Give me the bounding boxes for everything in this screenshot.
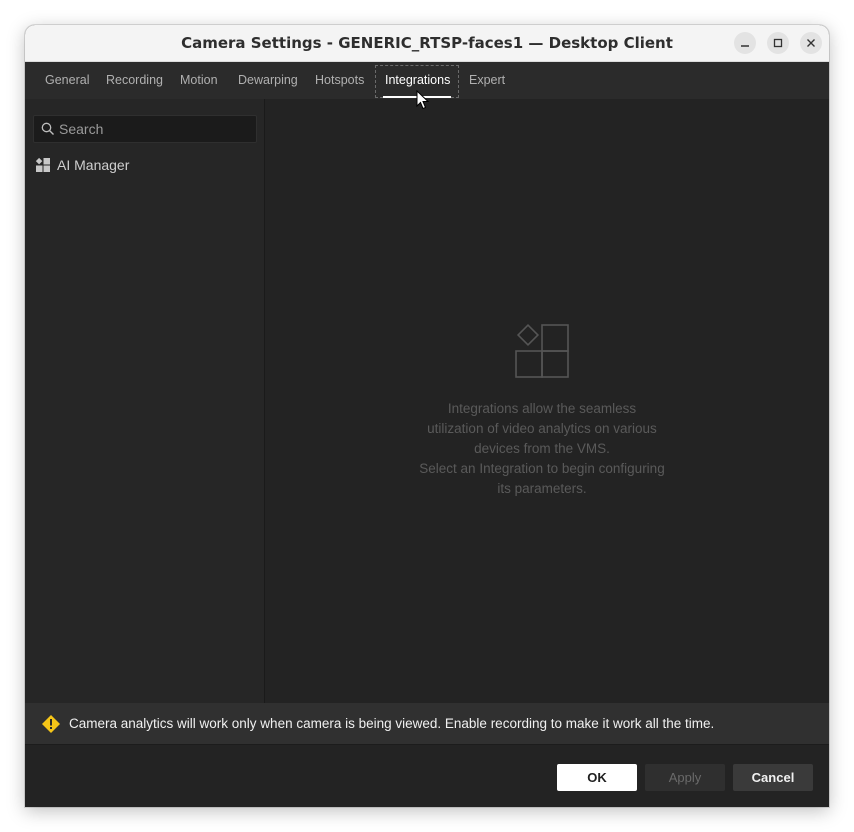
search-icon: [41, 122, 54, 135]
tab-general[interactable]: General: [45, 62, 89, 99]
empty-state-line: its parameters.: [497, 481, 587, 496]
integrations-placeholder-icon: [515, 323, 569, 378]
empty-state-line: Integrations allow the seamless: [447, 401, 637, 416]
cancel-button[interactable]: Cancel: [733, 764, 813, 791]
tab-recording[interactable]: Recording: [106, 62, 163, 99]
minimize-icon: [741, 45, 749, 47]
camera-settings-window: Camera Settings - GENERIC_RTSP-faces1 — …: [25, 25, 829, 807]
close-button[interactable]: [800, 32, 822, 54]
empty-state-line: utilization of video analytics on variou…: [427, 421, 657, 436]
tab-hotspots[interactable]: Hotspots: [315, 62, 364, 99]
search-placeholder: Search: [59, 121, 104, 137]
maximize-icon: [773, 38, 783, 48]
integration-details-panel: Integrations allow the seamless utilizat…: [266, 99, 829, 703]
window-title: Camera Settings - GENERIC_RTSP-faces1 — …: [181, 34, 673, 52]
warning-icon: [42, 715, 60, 733]
ok-button[interactable]: OK: [557, 764, 637, 791]
plugin-grid-icon: [35, 157, 50, 172]
empty-state-text: Integrations allow the seamless utilizat…: [397, 399, 687, 499]
empty-state-line: Select an Integration to begin configuri…: [419, 461, 665, 476]
title-bar[interactable]: Camera Settings - GENERIC_RTSP-faces1 — …: [25, 25, 829, 62]
tab-dewarping[interactable]: Dewarping: [238, 62, 298, 99]
apply-button[interactable]: Apply: [645, 764, 725, 791]
search-input[interactable]: Search: [33, 115, 257, 143]
dialog-footer: OK Apply Cancel: [25, 744, 829, 807]
tab-expert[interactable]: Expert: [469, 62, 505, 99]
tab-motion[interactable]: Motion: [180, 62, 218, 99]
sidebar-item-ai-manager[interactable]: AI Manager: [34, 155, 254, 175]
integrations-sidebar: Search AI Manager: [25, 99, 265, 703]
empty-state-line: devices from the VMS.: [474, 441, 610, 456]
maximize-button[interactable]: [767, 32, 789, 54]
minimize-button[interactable]: [734, 32, 756, 54]
close-icon: [807, 39, 815, 47]
analytics-warning-bar: Camera analytics will work only when cam…: [25, 703, 829, 744]
sidebar-item-label: AI Manager: [57, 157, 130, 173]
mouse-cursor-icon: [416, 90, 430, 110]
warning-text: Camera analytics will work only when cam…: [69, 716, 715, 731]
